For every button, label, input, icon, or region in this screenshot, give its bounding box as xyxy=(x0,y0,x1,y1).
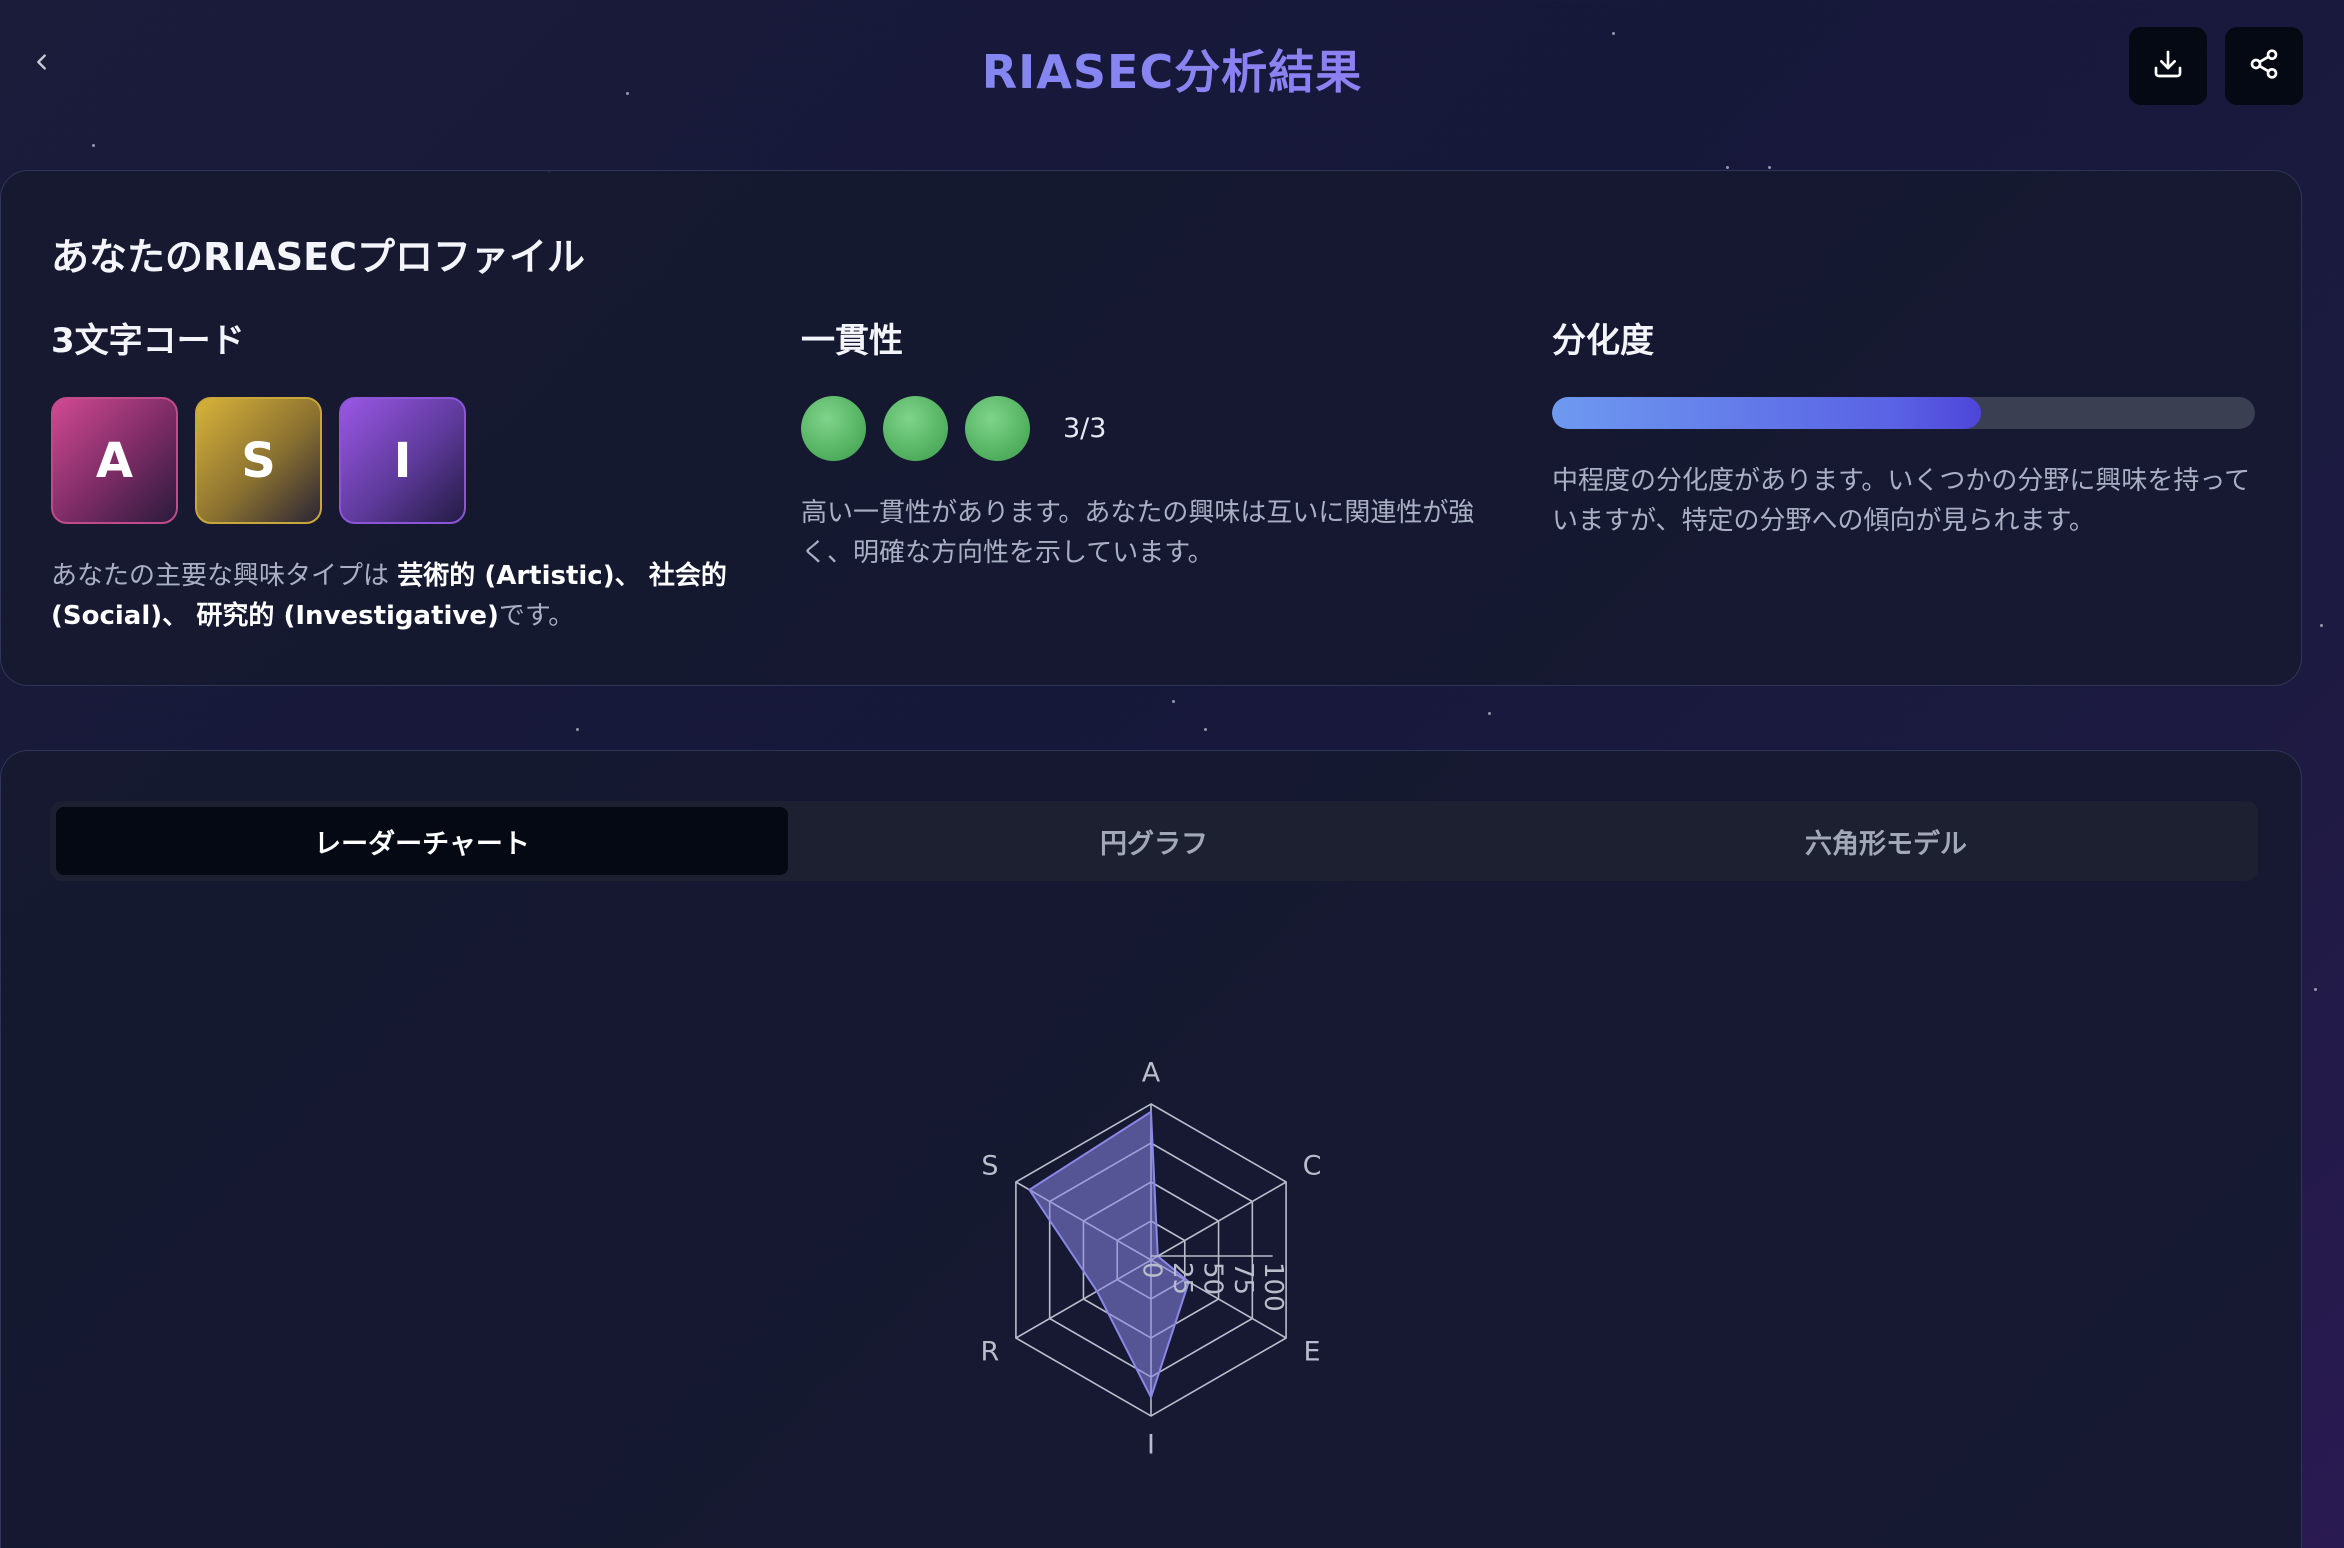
radar-data-area xyxy=(1028,1110,1190,1400)
code-tile-s: S xyxy=(195,397,322,524)
consistency-heading: 一貫性 xyxy=(801,321,903,361)
radar-tick-label: 100 xyxy=(1258,1262,1288,1312)
code-desc-separator xyxy=(641,561,649,591)
download-icon xyxy=(2152,48,2184,84)
tab-hexagon-model[interactable]: 六角形モデル xyxy=(1520,807,2252,875)
differentiation-bar xyxy=(1552,397,2255,429)
consistency-dot xyxy=(883,396,948,461)
radar-tick-label: 50 xyxy=(1197,1262,1227,1295)
profile-card: あなたのRIASECプロファイル 3文字コード A S I あなたの主要な興味タ… xyxy=(0,170,2302,686)
consistency-dot xyxy=(965,396,1030,461)
share-icon xyxy=(2248,48,2280,84)
code-tiles: A S I xyxy=(51,397,466,524)
radar-tick-label: 75 xyxy=(1228,1262,1258,1295)
consistency-dot xyxy=(801,396,866,461)
consistency-description: 高い一貫性があります。あなたの興味は互いに関連性が強く、明確な方向性を示していま… xyxy=(801,498,1475,568)
radar-tick-label: 25 xyxy=(1167,1262,1197,1295)
code-description: あなたの主要な興味タイプは 芸術的 (Artistic)、 社会的 (Socia… xyxy=(51,556,741,636)
tab-pie-chart[interactable]: 円グラフ xyxy=(788,807,1520,875)
radar-axis-label-i: I xyxy=(1147,1430,1155,1461)
code-tile-i: I xyxy=(339,397,466,524)
radar-axis-label-a: A xyxy=(1142,1058,1161,1089)
type-artistic: 芸術的 (Artistic)、 xyxy=(397,561,641,591)
profile-title: あなたのRIASECプロファイル xyxy=(51,235,586,279)
differentiation-heading: 分化度 xyxy=(1552,321,1654,361)
code-desc-suffix: です。 xyxy=(498,601,575,631)
radar-tick-label: 0 xyxy=(1137,1262,1167,1279)
share-button[interactable] xyxy=(2225,27,2303,105)
radar-axis-label-r: R xyxy=(981,1337,1000,1368)
radar-axis-label-e: E xyxy=(1304,1337,1321,1368)
code-tile-a: A xyxy=(51,397,178,524)
download-button[interactable] xyxy=(2129,27,2207,105)
page-title: RIASEC分析結果 xyxy=(0,36,2344,102)
top-bar: RIASEC分析結果 xyxy=(0,0,2344,135)
tab-radar-chart[interactable]: レーダーチャート xyxy=(56,807,788,875)
consistency-indicator: 3/3 xyxy=(801,396,1106,461)
code-desc-prefix: あなたの主要な興味タイプは xyxy=(51,561,398,591)
code-heading: 3文字コード xyxy=(51,321,245,361)
consistency-score: 3/3 xyxy=(1063,413,1107,444)
radar-axis-label-c: C xyxy=(1303,1151,1322,1182)
riasec-radar-chart: 0 25 50 75 100 A C E I R S xyxy=(981,1058,1322,1461)
chart-tabs: レーダーチャート 円グラフ 六角形モデル xyxy=(50,801,2258,881)
radar-axis-label-s: S xyxy=(981,1151,998,1182)
differentiation-bar-fill xyxy=(1552,397,1981,429)
type-investigative: 研究的 (Investigative) xyxy=(196,601,499,631)
differentiation-description: 中程度の分化度があります。いくつかの分野に興味を持っていますが、特定の分野への傾… xyxy=(1552,466,2251,536)
